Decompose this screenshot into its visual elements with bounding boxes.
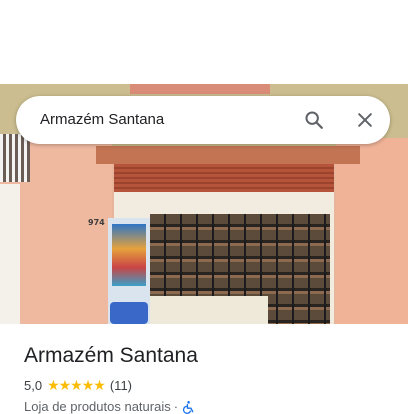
search-bar[interactable]: Armazém Santana (16, 96, 390, 144)
search-button[interactable] (298, 104, 330, 136)
photo-counter (150, 296, 268, 324)
storefront-number: 974 (88, 218, 105, 227)
search-icon (305, 111, 323, 129)
close-icon (358, 113, 372, 127)
place-category: Loja de produtos naturais (24, 399, 171, 414)
rating-value: 5,0 (24, 378, 43, 393)
review-count[interactable]: (11) (110, 378, 132, 393)
place-info-panel: Armazém Santana 5,0 ★★★★★ (11) Loja de p… (0, 324, 408, 414)
rating-stars-icon: ★★★★★ (47, 377, 106, 393)
wheelchair-icon (183, 400, 194, 414)
category-row: Loja de produtos naturais · (24, 399, 195, 414)
clear-search-button[interactable] (349, 104, 381, 136)
search-query-text[interactable]: Armazém Santana (40, 111, 164, 128)
photo-window-bars (0, 134, 30, 182)
rating-row[interactable]: 5,0 ★★★★★ (11) (24, 377, 132, 394)
photo-sign (130, 84, 270, 94)
category-separator: · (173, 399, 179, 414)
photo-fridge-products (112, 224, 146, 286)
photo-wall-right (336, 138, 408, 324)
photo-door-frame (0, 184, 20, 324)
place-title: Armazém Santana (24, 344, 198, 367)
photo-lintel (96, 146, 360, 164)
photo-fridge-logo (110, 302, 148, 324)
photo-rolling-shutter (114, 164, 334, 192)
top-blank-area (0, 0, 408, 84)
